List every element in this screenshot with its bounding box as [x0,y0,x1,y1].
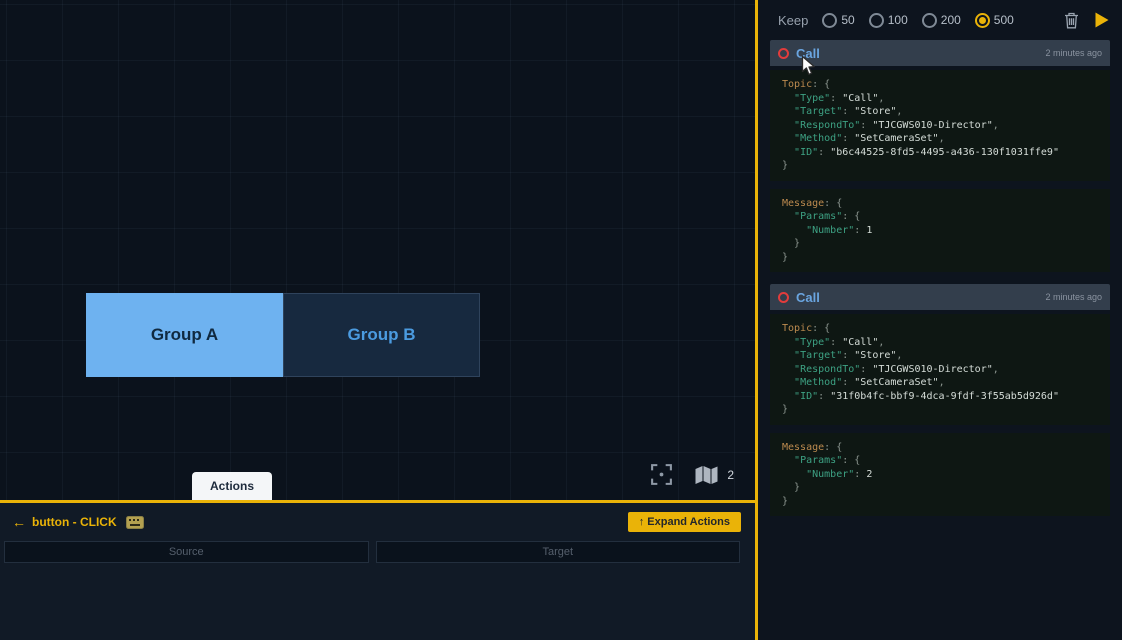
keep-options-group: 50 100 200 500 [822,13,1013,28]
group-button-pair: Group A Group B [86,293,480,377]
keep-option-label: 200 [941,13,961,27]
left-column: Group A Group B [0,0,758,640]
group-a-button[interactable]: Group A [86,293,283,377]
message-card: Call 2 minutes ago Topic: { "Type": "Call"… [770,284,1110,516]
map-icon [694,465,719,485]
fullscreen-icon[interactable] [649,462,674,487]
call-status-icon [778,48,789,59]
action-title: button - CLICK [32,515,117,529]
back-arrow-icon[interactable]: ← [12,514,26,530]
target-input[interactable] [376,541,741,563]
message-log-toolbar: Keep 50 100 200 500 [758,0,1122,40]
actions-panel-header: ← button - CLICK ↑ Expand Actions [0,503,755,532]
action-title-wrap: ← button - CLICK [12,514,144,530]
keep-option-label: 100 [888,13,908,27]
map-count: 2 [727,468,734,482]
trash-icon[interactable] [1064,12,1079,29]
actions-panel: ← button - CLICK ↑ Expand Actions [0,503,755,640]
expand-actions-button[interactable]: ↑ Expand Actions [628,512,741,532]
radio-icon [822,13,837,28]
message-json: Message: { "Params": { "Number": 2 } } [770,433,1110,517]
message-title: Call [796,46,820,61]
keep-option-label: 500 [994,13,1014,27]
mapping-inputs-row [4,541,740,563]
app-window: Group A Group B [0,0,1122,640]
toolbar-actions [1064,11,1110,29]
message-log-panel: Keep 50 100 200 500 Call 2 minutes ago Topic:… [758,0,1122,640]
minimap-control[interactable]: 2 [694,465,734,485]
play-icon[interactable] [1094,11,1110,29]
topic-json: Topic: { "Type": "Call", "Target": "Stor… [770,70,1110,181]
message-card: Call 2 minutes ago Topic: { "Type": "Call"… [770,40,1110,272]
message-json: Message: { "Params": { "Number": 1 } } [770,189,1110,273]
topic-json: Topic: { "Type": "Call", "Target": "Stor… [770,314,1110,425]
flow-canvas[interactable]: Group A Group B [0,0,755,503]
radio-icon [975,13,990,28]
call-status-icon [778,292,789,303]
keep-option-label: 50 [841,13,854,27]
message-list: Call 2 minutes ago Topic: { "Type": "Call"… [758,40,1122,640]
message-timestamp: 2 minutes ago [1045,48,1102,58]
keep-option-100[interactable]: 100 [869,13,908,28]
message-timestamp: 2 minutes ago [1045,292,1102,302]
message-title: Call [796,290,820,305]
message-header[interactable]: Call 2 minutes ago [770,40,1110,66]
group-b-button[interactable]: Group B [283,293,480,377]
keep-label: Keep [778,13,808,28]
keyboard-icon [126,516,144,529]
keep-option-500[interactable]: 500 [975,13,1014,28]
source-input[interactable] [4,541,369,563]
radio-icon [869,13,884,28]
radio-icon [922,13,937,28]
message-header[interactable]: Call 2 minutes ago [770,284,1110,310]
keep-option-200[interactable]: 200 [922,13,961,28]
keep-option-50[interactable]: 50 [822,13,854,28]
canvas-controls: 2 [649,462,734,487]
actions-tab[interactable]: Actions [192,472,272,500]
